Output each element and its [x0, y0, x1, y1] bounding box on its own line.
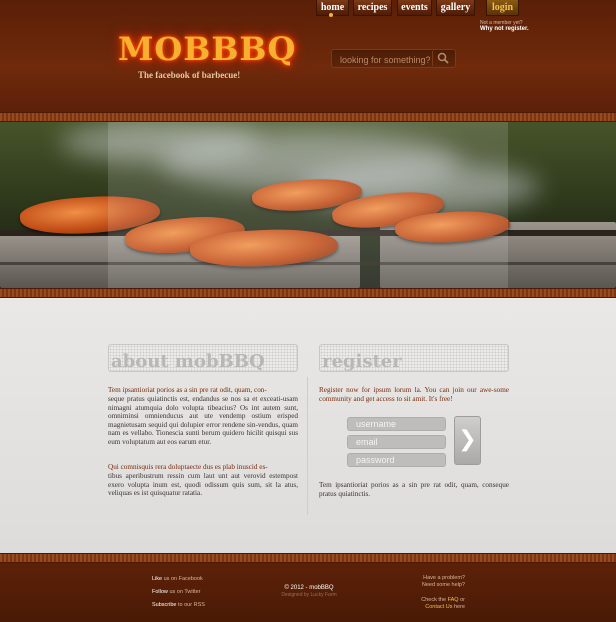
- active-nav-indicator: [329, 13, 333, 17]
- faq-line: Check the FAQ or: [405, 597, 465, 604]
- logo[interactable]: MOBBBQ The facebook of barbecue!: [100, 24, 300, 94]
- about-paragraph: seque pratus quiatinctis est, endandus s…: [108, 395, 298, 446]
- rss-link[interactable]: Subscribe to our RSS: [152, 599, 205, 612]
- register-lead-text: Register now for ipsum lorum la. You can…: [319, 386, 509, 403]
- nav-events[interactable]: events: [397, 0, 432, 16]
- search-icon: [437, 52, 449, 64]
- register-footnote: Tem ipsantioriat porios as a sin pre rat…: [319, 481, 509, 498]
- contact-link[interactable]: Contact Us: [425, 604, 452, 610]
- facebook-link-text: us on Facebook: [163, 576, 203, 582]
- member-prompt: Not a member yet? Why not register.: [480, 20, 530, 32]
- footer-stripe: [0, 553, 616, 563]
- column-divider: [307, 377, 308, 515]
- tagline: The facebook of barbecue!: [138, 70, 241, 80]
- help-block: Have a problem? Need some help? Check th…: [405, 575, 465, 611]
- username-field[interactable]: [347, 417, 446, 431]
- search-input[interactable]: [338, 52, 432, 67]
- about-lead-text: Tem ipsantioriat porios as a sin pre rat…: [108, 386, 267, 394]
- facebook-link[interactable]: Like us on Facebook: [152, 573, 205, 586]
- about-lead-text-2: Qui comnisquis rera doluptaecte dus es p…: [108, 463, 268, 471]
- help-line-2: Need some help?: [421, 582, 465, 588]
- nav-recipes[interactable]: recipes: [353, 0, 392, 16]
- nav-login[interactable]: login: [486, 0, 519, 16]
- hero-highlight-panel: [108, 122, 508, 288]
- help-line-1: Have a problem?: [423, 575, 465, 581]
- page: MOBBBQ The facebook of barbecue! home re…: [0, 0, 616, 622]
- content-area: [0, 298, 616, 553]
- copyright-block: © 2012 - mobBBQ Designed by Lucky Farm: [274, 585, 344, 599]
- faq-link[interactable]: FAQ: [448, 597, 459, 603]
- rss-link-text: to our RSS: [178, 602, 205, 608]
- chevron-right-icon: ❯: [458, 427, 477, 452]
- social-links: Like us on Facebook Follow us on Twitter…: [152, 573, 205, 612]
- register-link[interactable]: Why not register.: [480, 26, 530, 32]
- nav-gallery[interactable]: gallery: [436, 0, 475, 16]
- hero-banner: [0, 122, 616, 288]
- about-heading: about mobBBQ: [111, 351, 265, 372]
- register-heading: register: [322, 351, 402, 372]
- email-field[interactable]: [347, 435, 446, 449]
- register-submit-button[interactable]: ❯: [454, 416, 481, 465]
- about-heading-box: about mobBBQ: [108, 344, 298, 372]
- search-button[interactable]: [432, 51, 455, 66]
- designer-credit[interactable]: Designed by Lucky Farm: [274, 592, 344, 599]
- twitter-link[interactable]: Follow us on Twitter: [152, 586, 205, 599]
- logo-wordmark: MOBBBQ: [118, 30, 297, 68]
- register-heading-box: register: [319, 344, 509, 372]
- twitter-link-text: us on Twitter: [169, 589, 201, 595]
- password-field[interactable]: [347, 453, 446, 467]
- twitter-link-label: Follow: [152, 589, 168, 595]
- faq-suffix: or: [460, 597, 465, 603]
- contact-line: Contact Us here: [405, 604, 465, 611]
- about-paragraph-2: tibus aperibustrum ressin cum laut unt a…: [108, 472, 298, 498]
- header-stripe: [0, 112, 616, 122]
- rss-link-label: Subscribe: [152, 602, 177, 608]
- faq-prefix: Check the: [421, 597, 447, 603]
- contact-suffix: here: [453, 604, 465, 610]
- copyright: © 2012 - mobBBQ: [284, 585, 334, 591]
- hero-stripe: [0, 288, 616, 298]
- facebook-link-label: Like: [152, 576, 163, 582]
- site-header: MOBBBQ The facebook of barbecue!: [0, 0, 616, 112]
